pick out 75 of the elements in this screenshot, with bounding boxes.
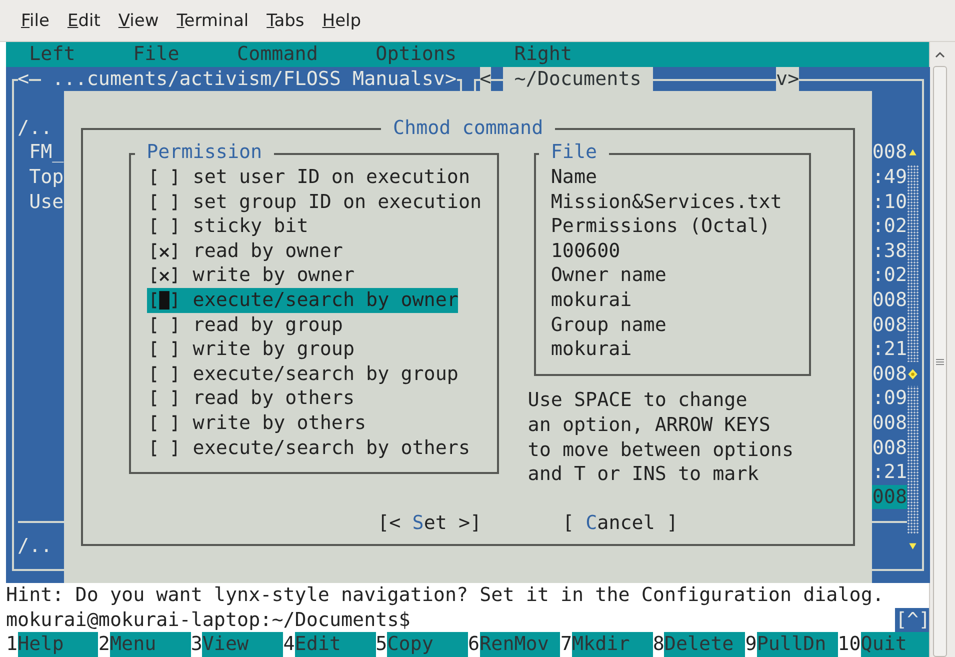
key-number: 8 [652, 632, 664, 657]
file-info-text: mokurai [550, 337, 633, 362]
group-title: File [550, 140, 598, 165]
file-info-text: Owner name [550, 263, 668, 288]
group-title: Permission [146, 140, 264, 165]
permission-option[interactable]: sticky bit [146, 214, 308, 239]
permission-option[interactable]: read by group [146, 312, 343, 338]
mini-status: /.. [18, 534, 52, 559]
menu-item[interactable]: View [109, 6, 168, 34]
menu-item[interactable]: File [133, 42, 180, 67]
menu-item[interactable]: Help [313, 6, 370, 34]
permission-option[interactable]: execute/search by owner [146, 288, 458, 313]
dialog-title: Chmod command [392, 116, 544, 140]
permission-option[interactable]: execute/search by group [146, 362, 458, 386]
panel-path: ...cuments/activism/FLOSS Manuals [51, 66, 434, 92]
file-name[interactable]: /.. [18, 116, 52, 140]
menu-item[interactable]: File [12, 6, 58, 34]
history-menu-button[interactable]: v> [433, 66, 457, 92]
dialog-button[interactable]: [< Set >] [378, 511, 482, 536]
file-info-text: mokurai [550, 288, 633, 313]
key-number: 10 [838, 632, 861, 657]
key-number: 7 [560, 632, 572, 657]
menu-item[interactable]: Edit [58, 6, 110, 34]
file-name[interactable]: FM_ [18, 140, 64, 165]
function-key-button[interactable]: View [202, 632, 284, 657]
grip-icon [934, 356, 944, 366]
dialog-button[interactable]: [ Cancel ] [562, 511, 678, 536]
function-key-button[interactable]: Delete [664, 632, 746, 657]
file-info-text: Mission&Services.txt [550, 190, 783, 214]
history-menu-button[interactable]: v> [776, 66, 800, 92]
function-key-button[interactable]: RenMov [480, 632, 560, 657]
function-key-button[interactable]: Edit [294, 632, 376, 657]
key-number: 6 [468, 632, 480, 657]
permission-option[interactable]: write by others [146, 410, 366, 436]
history-back-button[interactable]: < [480, 66, 492, 92]
permission-option[interactable]: write by owner [146, 263, 354, 288]
panel-path: ~/Documents [502, 66, 653, 92]
file-date-cell: 008 [872, 484, 908, 510]
key-number: 5 [376, 632, 388, 657]
file-info-text: Group name [550, 312, 668, 338]
key-number: 1 [6, 632, 18, 657]
menu-item[interactable]: Terminal [168, 6, 258, 34]
permission-option[interactable]: execute/search by others [146, 436, 470, 460]
menu-item[interactable]: Options [376, 42, 457, 67]
shell-prompt: mokurai@mokurai-laptop:~/Documents$ [6, 608, 410, 632]
file-name[interactable]: Use [18, 190, 64, 214]
function-key-button[interactable]: Mkdir [572, 632, 653, 657]
function-key-button[interactable]: Help [18, 632, 98, 657]
function-key-button[interactable]: Quit [860, 632, 930, 657]
menu-item[interactable]: Command [237, 42, 318, 67]
help-text: Use SPACE to change an option, ARROW KEYS to move between options and T or INS to mark [528, 388, 794, 487]
function-key-button[interactable]: Menu [110, 632, 191, 657]
file-info-text: Name [550, 164, 598, 190]
file-info-text: Permissions (Octal) [550, 214, 772, 239]
key-number: 9 [745, 632, 757, 657]
permission-option[interactable]: write by group [146, 337, 354, 362]
key-number: 2 [98, 632, 110, 657]
file-date-cell: 008 [872, 362, 908, 386]
permission-option[interactable]: read by others [146, 386, 354, 411]
permission-option[interactable]: set group ID on execution [146, 190, 482, 214]
function-key-button[interactable]: Copy [387, 632, 468, 657]
hint-text: Hint: Do you want lynx-style navigation? Set it in the Configuration dialog. [6, 583, 884, 608]
permission-option[interactable]: read by owner [146, 238, 343, 264]
file-name[interactable]: Top [18, 164, 64, 190]
file-info-text: 100600 [550, 238, 622, 264]
function-key-button[interactable]: PullDn [756, 632, 838, 657]
history-back-button[interactable]: < [18, 66, 30, 92]
permission-option[interactable]: set user ID on execution [146, 164, 470, 190]
key-number: 4 [283, 632, 295, 657]
menu-item[interactable]: Tabs [258, 6, 314, 34]
subshell-button[interactable]: [^] [895, 608, 930, 632]
menu-item[interactable]: Right [514, 42, 572, 67]
menu-item[interactable]: Left [29, 42, 76, 67]
terminal-scrollbar[interactable] [929, 42, 949, 657]
key-number: 3 [190, 632, 202, 657]
